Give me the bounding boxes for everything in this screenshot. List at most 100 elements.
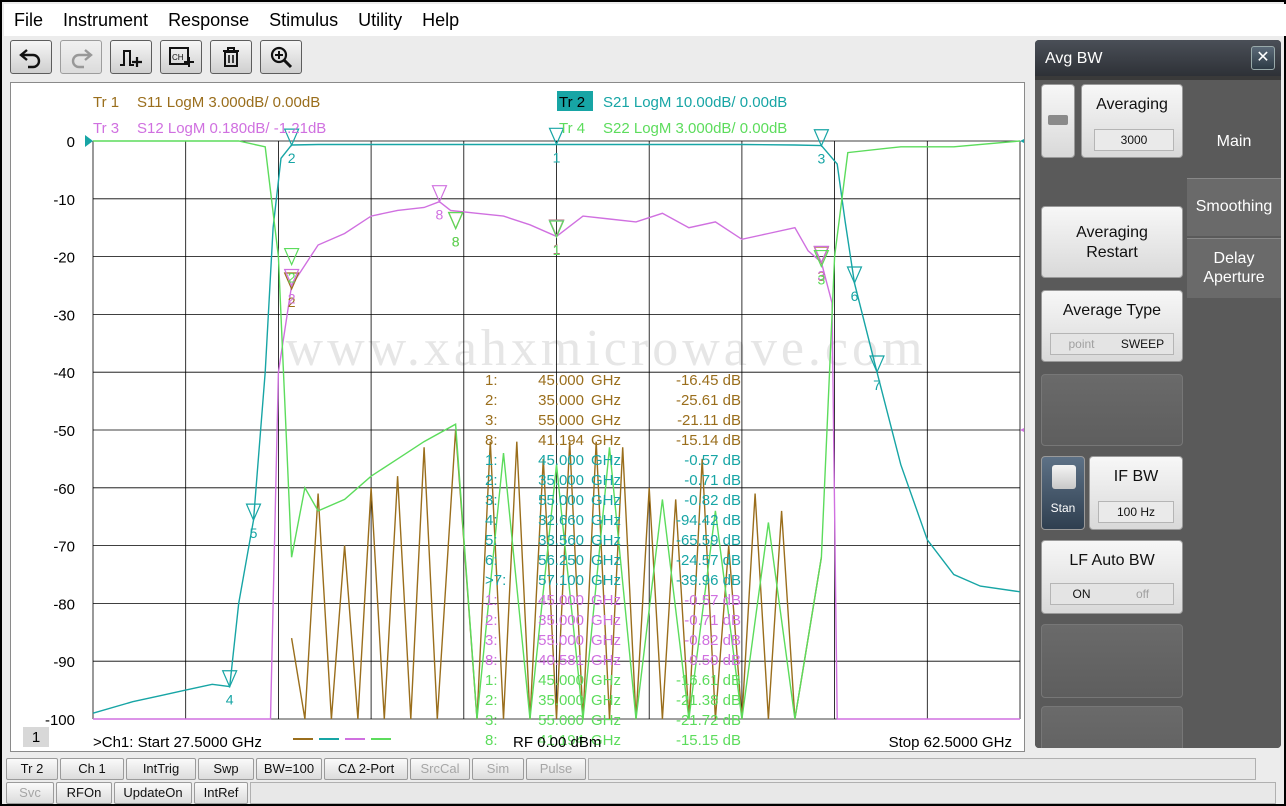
average-type-softkey[interactable]: Average Type point SWEEP: [1041, 290, 1183, 362]
status-bw-100[interactable]: BW=100: [256, 758, 322, 780]
marker-row-unit: GHz: [591, 552, 621, 569]
marker-label: 1: [553, 149, 561, 165]
stop-frequency[interactable]: Stop 62.5000 GHz: [889, 734, 1012, 751]
close-icon[interactable]: ✕: [1251, 46, 1275, 70]
trace-id[interactable]: Tr 4: [559, 120, 585, 137]
averaging-value[interactable]: 3000: [1094, 129, 1174, 151]
tab-smoothing[interactable]: Smoothing: [1187, 178, 1281, 236]
if-bw-mode-label: Stan: [1050, 501, 1076, 515]
trace-window[interactable]: www.xahxmicrowave.com 0 -10 -20 -30 -40 -50 -6…: [10, 82, 1025, 752]
marker-row-frequency: 57.100: [538, 572, 584, 589]
y-tick-label: -20: [53, 250, 75, 267]
menu-utility[interactable]: Utility: [358, 10, 402, 31]
tab-delay-aperture[interactable]: Delay Aperture: [1187, 238, 1281, 298]
lf-auto-bw-softkey[interactable]: LF Auto BW ON off: [1041, 540, 1183, 614]
trace-id[interactable]: Tr 1: [93, 94, 119, 111]
reference-arrow-right[interactable]: [1020, 135, 1024, 147]
average-type-point[interactable]: point: [1051, 334, 1112, 354]
averaging-softkey[interactable]: Averaging 3000: [1081, 84, 1183, 158]
marker-row-unit: GHz: [591, 692, 621, 709]
status-tr-2[interactable]: Tr 2: [6, 758, 58, 780]
menu-stimulus[interactable]: Stimulus: [269, 10, 338, 31]
marker-row-number: 1:: [485, 452, 498, 469]
status-c-2-port[interactable]: CΔ 2-Port: [324, 758, 408, 780]
marker-row-value: -21.72 dB: [676, 712, 741, 729]
add-channel-trace-button[interactable]: CH: [160, 40, 202, 74]
zoom-button[interactable]: [260, 40, 302, 74]
marker-row-value: -15.15 dB: [676, 732, 741, 749]
marker-row-number: 3:: [485, 632, 498, 649]
marker-row-number: 1:: [485, 372, 498, 389]
marker-label: 2: [288, 291, 296, 307]
marker-row-frequency: 41.194: [538, 432, 584, 449]
status-swp[interactable]: Swp: [198, 758, 254, 780]
marker-row-value: -65.59 dB: [676, 532, 741, 549]
status-srccal[interactable]: SrcCal: [410, 758, 470, 780]
svg-text:CH: CH: [172, 53, 184, 62]
lf-auto-bw-off[interactable]: off: [1112, 584, 1173, 604]
menu-help[interactable]: Help: [422, 10, 459, 31]
add-marker-button[interactable]: [110, 40, 152, 74]
trace-label[interactable]: S22 LogM 3.000dB/ 0.00dB: [603, 120, 787, 137]
marker-row-frequency: 35.000: [538, 472, 584, 489]
marker-row-unit: GHz: [591, 632, 621, 649]
averaging-title: Averaging: [1096, 96, 1168, 113]
reference-arrow-left[interactable]: [85, 135, 93, 147]
marker-row-frequency: 35.000: [538, 692, 584, 709]
averaging-restart-button[interactable]: Averaging Restart: [1041, 206, 1183, 278]
lf-auto-bw-on[interactable]: ON: [1051, 584, 1112, 604]
averaging-toggle[interactable]: [1041, 84, 1075, 158]
start-frequency[interactable]: >Ch1: Start 27.5000 GHz: [93, 734, 262, 751]
status-sim[interactable]: Sim: [472, 758, 524, 780]
y-tick-label: -60: [53, 481, 75, 498]
marker-s21-3[interactable]: [813, 129, 830, 148]
trace-id[interactable]: Tr 2: [559, 94, 585, 111]
marker-row-unit: GHz: [591, 532, 621, 549]
status-inttrig[interactable]: IntTrig: [126, 758, 196, 780]
marker-row-unit: GHz: [591, 472, 621, 489]
if-bw-value[interactable]: 100 Hz: [1098, 501, 1174, 523]
y-tick-label: -10: [53, 192, 75, 209]
average-type-sweep[interactable]: SWEEP: [1112, 334, 1173, 354]
marker-row-number: 8:: [485, 732, 498, 749]
status-updateon[interactable]: UpdateOn: [114, 782, 192, 804]
marker-row-number: 8:: [485, 432, 498, 449]
menu-response[interactable]: Response: [168, 10, 249, 31]
average-type-toggle[interactable]: point SWEEP: [1050, 333, 1174, 355]
trace-label[interactable]: S12 LogM 0.180dB/ -1.21dB: [137, 120, 326, 137]
status-bar-top: Tr 2 Ch 1 IntTrig Swp BW=100 CΔ 2-Port SrcCal S…: [6, 758, 1256, 780]
menu-instrument[interactable]: Instrument: [63, 10, 148, 31]
marker-s11-8[interactable]: [447, 211, 464, 231]
delete-button[interactable]: [210, 40, 252, 74]
marker-row-unit: GHz: [591, 652, 621, 669]
trace-label[interactable]: S21 LogM 10.00dB/ 0.00dB: [603, 94, 787, 111]
marker-label: 8: [452, 234, 460, 250]
status-svc[interactable]: Svc: [6, 782, 54, 804]
trace-id[interactable]: Tr 3: [93, 120, 119, 137]
marker-s22-8[interactable]: [447, 211, 464, 231]
y-tick-label: -90: [53, 654, 75, 671]
reference-arrow-s12[interactable]: [1020, 424, 1024, 436]
marker-row-number: 3:: [485, 712, 498, 729]
status-pulse[interactable]: Pulse: [526, 758, 586, 780]
lf-auto-bw-toggle[interactable]: ON off: [1050, 583, 1174, 605]
redo-button[interactable]: [60, 40, 102, 74]
status-fill: [250, 782, 1276, 804]
trace-legend: Tr 1 S11 LogM 3.000dB/ 0.00dB Tr 2 S21 LogM…: [93, 91, 787, 137]
y-tick-label: -80: [53, 596, 75, 613]
channel-trace-add-icon: CH: [169, 47, 194, 67]
undo-button[interactable]: [10, 40, 52, 74]
marker-row-number: 2:: [485, 472, 498, 489]
rf-power[interactable]: RF 0.00 dBm: [513, 734, 601, 751]
marker-row-unit: GHz: [591, 412, 621, 429]
trace-label[interactable]: S11 LogM 3.000dB/ 0.00dB: [137, 94, 320, 111]
if-bw-mode-button[interactable]: Stan: [1041, 456, 1085, 530]
marker-s12-8[interactable]: [431, 185, 448, 204]
status-rfon[interactable]: RFOn: [56, 782, 112, 804]
status-intref[interactable]: IntRef: [194, 782, 248, 804]
marker-row-unit: GHz: [591, 672, 621, 689]
menu-file[interactable]: File: [14, 10, 43, 31]
if-bw-softkey[interactable]: IF BW 100 Hz: [1089, 456, 1183, 530]
marker-row-value: -0.82 dB: [684, 632, 741, 649]
status-ch-1[interactable]: Ch 1: [60, 758, 124, 780]
